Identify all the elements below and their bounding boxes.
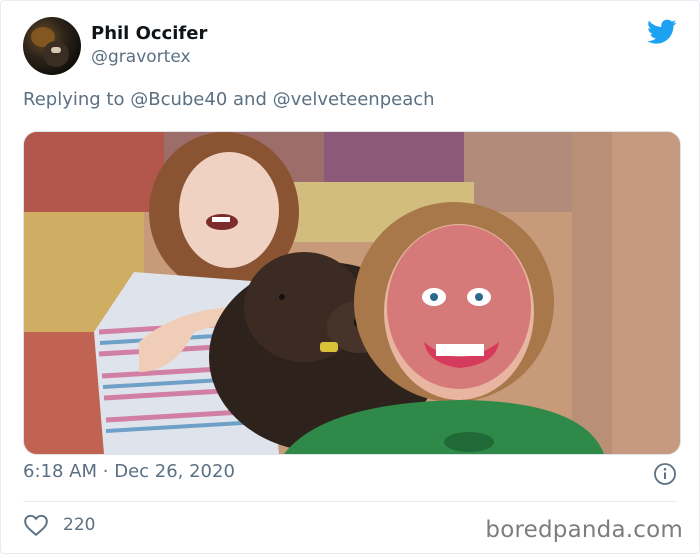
- timestamp-separator: ·: [102, 461, 109, 482]
- like-button[interactable]: 220: [23, 513, 95, 537]
- tweet-timestamp[interactable]: 6:18 AM · Dec 26, 2020: [23, 461, 235, 482]
- heart-icon[interactable]: [23, 513, 49, 537]
- display-name[interactable]: Phil Occifer: [91, 23, 207, 44]
- divider: [23, 501, 677, 502]
- user-handle[interactable]: @gravortex: [91, 47, 191, 67]
- tweet-time: 6:18 AM: [23, 461, 97, 482]
- twitter-bird-icon[interactable]: [647, 19, 677, 45]
- photo-illustration: [24, 132, 680, 454]
- reply-context: Replying to @Bcube40 and @velveteenpeach: [23, 89, 435, 110]
- reply-prefix: Replying to: [23, 89, 125, 110]
- watermark: boredpanda.com: [485, 517, 683, 543]
- tweet-date: Dec 26, 2020: [114, 461, 235, 482]
- tweet-photo[interactable]: [23, 131, 681, 455]
- tweet-card: Phil Occifer @gravortex Replying to @Bcu…: [0, 0, 700, 554]
- avatar[interactable]: [23, 17, 81, 75]
- reply-connector: and: [233, 89, 267, 110]
- like-count: 220: [63, 515, 96, 535]
- mention-link-2[interactable]: @velveteenpeach: [273, 89, 435, 110]
- info-icon[interactable]: [653, 462, 677, 486]
- mention-link-1[interactable]: @Bcube40: [130, 89, 227, 110]
